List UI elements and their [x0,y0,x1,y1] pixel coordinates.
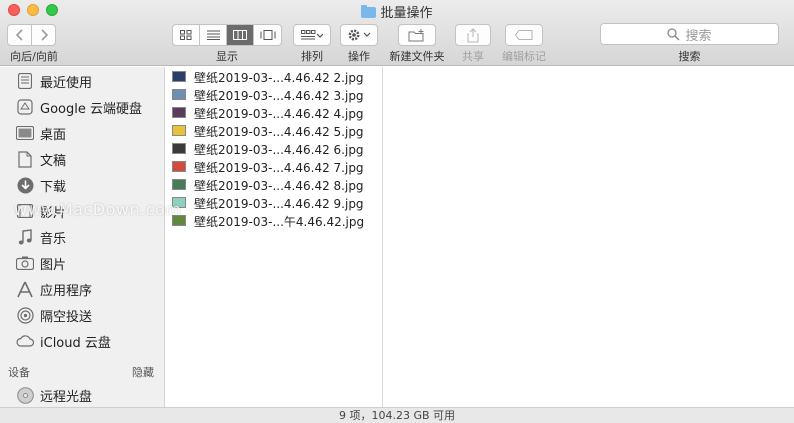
desktop-icon [16,124,34,142]
action-button[interactable] [340,24,378,46]
documents-icon [16,150,34,168]
sidebar-item-desktop[interactable]: 桌面 [0,121,165,145]
status-bar: 9 项，104.23 GB 可用 [0,407,794,423]
drive-icon [16,98,34,116]
sidebar-item-icloud[interactable]: iCloud 云盘 [0,329,165,353]
image-thumbnail-icon [172,125,186,136]
sidebar-item-pictures[interactable]: 图片 [0,251,165,275]
sidebar-item-remote-disc[interactable]: 远程光盘 [0,383,165,407]
arrange-label: 排列 [301,50,323,63]
column-view-button[interactable] [227,25,254,45]
file-row[interactable]: 壁纸2019-03-...4.46.42 5.jpg [166,122,383,140]
search-placeholder: 搜索 [685,28,712,44]
file-row[interactable]: 壁纸2019-03-...午4.46.42.jpg [166,212,383,230]
chevron-right-icon [40,29,48,41]
new-folder-icon [408,28,424,41]
file-row[interactable]: 壁纸2019-03-...4.46.42 8.jpg [166,176,383,194]
sidebar-item-recents[interactable]: 最近使用 [0,69,165,93]
edit-tags-label: 编辑标记 [502,50,546,63]
pictures-icon [16,254,34,272]
preview-column [384,67,794,407]
columns-icon [233,30,247,40]
image-thumbnail-icon [172,89,186,100]
nav-label: 向后/向前 [10,50,58,63]
icon-view-button[interactable] [173,25,200,45]
share-button[interactable] [455,24,491,46]
music-icon [16,228,34,246]
applications-icon [16,280,34,298]
file-row[interactable]: 壁纸2019-03-...4.46.42 7.jpg [166,158,383,176]
gallery-view-button[interactable] [254,25,281,45]
watermark: www.MacDown.com [14,200,182,219]
image-thumbnail-icon [172,161,186,172]
view-switcher[interactable] [172,24,282,46]
list-view-button[interactable] [200,25,227,45]
sidebar-item-downloads[interactable]: 下载 [0,173,165,197]
hide-devices-button[interactable]: 隐藏 [132,364,154,380]
arrange-icon [301,30,323,40]
icloud-icon [16,332,34,350]
action-label: 操作 [348,50,370,63]
sidebar-item-airdrop[interactable]: 隔空投送 [0,303,165,327]
share-icon [467,27,479,42]
sidebar-item-documents[interactable]: 文稿 [0,147,165,171]
image-thumbnail-icon [172,107,186,118]
share-label: 共享 [462,50,484,63]
gear-icon [348,29,371,41]
sidebar-item-google-drive[interactable]: Google 云端硬盘 [0,95,165,119]
back-button[interactable] [7,24,32,46]
toolbar: 批量操作 向后/向前 显示 排列 操作 新建文件夹 共享 编辑标记 搜索 搜索 [0,0,794,66]
search-icon [667,27,681,41]
file-row[interactable]: 壁纸2019-03-...4.46.42 2.jpg [166,68,383,86]
gallery-icon [260,30,275,40]
forward-button[interactable] [31,24,56,46]
list-icon [206,30,220,40]
airdrop-icon [16,306,34,324]
recents-icon [16,72,34,90]
tag-icon [515,30,533,40]
new-folder-label: 新建文件夹 [389,50,445,63]
sidebar-item-applications[interactable]: 应用程序 [0,277,165,301]
view-label: 显示 [216,50,238,63]
downloads-icon [16,176,34,194]
new-folder-button[interactable] [398,24,436,46]
file-column: 壁纸2019-03-...4.46.42 2.jpg 壁纸2019-03-...… [166,67,383,407]
folder-icon [361,5,377,18]
sidebar: 最近使用 Google 云端硬盘 桌面 文稿 下载 影片 音乐 图片 应用程序 … [0,67,165,407]
devices-heading: 设备 [8,366,30,379]
grid-icon [180,30,192,40]
file-row[interactable]: 壁纸2019-03-...4.46.42 4.jpg [166,104,383,122]
image-thumbnail-icon [172,143,186,154]
image-thumbnail-icon [172,179,186,190]
search-field[interactable]: 搜索 [600,23,779,45]
window-title: 批量操作 [0,2,794,21]
search-label: 搜索 [678,50,701,63]
file-row[interactable]: 壁纸2019-03-...4.46.42 9.jpg [166,194,383,212]
edit-tags-button[interactable] [505,24,543,46]
arrange-button[interactable] [293,24,331,46]
file-row[interactable]: 壁纸2019-03-...4.46.42 3.jpg [166,86,383,104]
image-thumbnail-icon [172,71,186,82]
sidebar-item-music[interactable]: 音乐 [0,225,165,249]
disc-icon [16,386,34,404]
file-row[interactable]: 壁纸2019-03-...4.46.42 6.jpg [166,140,383,158]
chevron-left-icon [15,29,23,41]
